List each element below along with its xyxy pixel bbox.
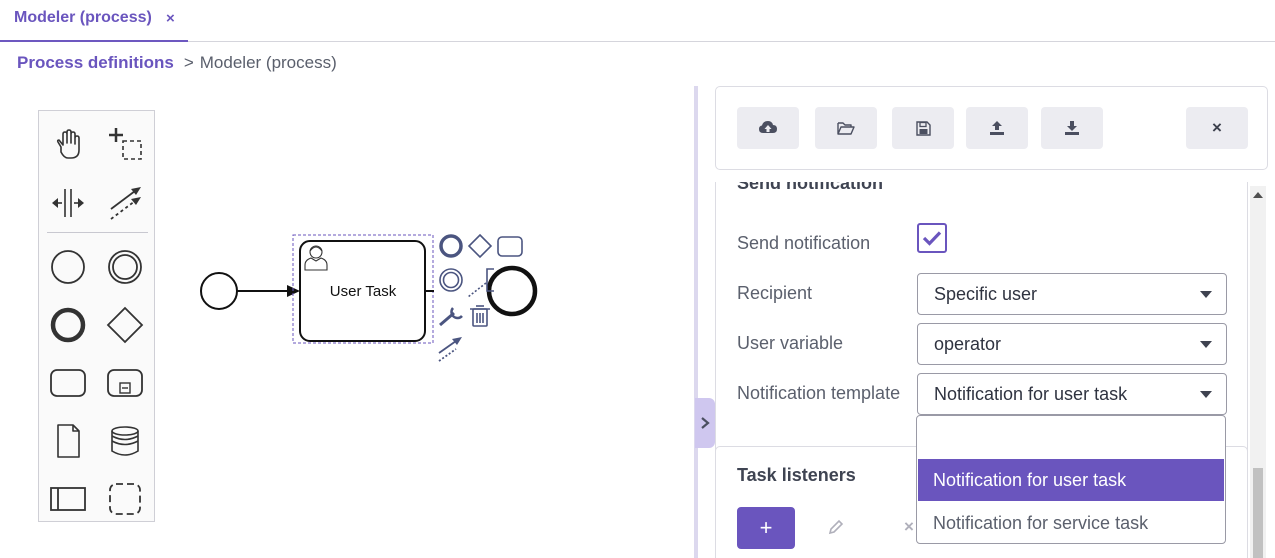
start-event[interactable] bbox=[200, 272, 238, 310]
modeler-toolbar: × bbox=[715, 86, 1268, 170]
scrollbar-thumb[interactable] bbox=[1253, 468, 1263, 558]
breadcrumb: Process definitions > Modeler (process) bbox=[17, 53, 337, 73]
recipient-value: Specific user bbox=[934, 284, 1038, 304]
change-type-wrench-icon[interactable] bbox=[439, 307, 463, 327]
breadcrumb-separator: > bbox=[183, 53, 194, 72]
palette-separator bbox=[47, 232, 148, 233]
notification-template-label: Notification template bbox=[737, 383, 901, 403]
send-notification-label: Send notification bbox=[737, 233, 871, 253]
recipient-label: Recipient bbox=[737, 283, 813, 303]
save-button[interactable] bbox=[892, 107, 954, 149]
add-listener-button[interactable]: + bbox=[737, 507, 795, 549]
delete-listener-icon[interactable]: × bbox=[904, 517, 914, 537]
intermediate-event-icon[interactable] bbox=[103, 245, 147, 289]
space-tool-icon[interactable] bbox=[46, 181, 90, 225]
breadcrumb-current: Modeler (process) bbox=[199, 53, 337, 72]
append-intermediate-event-icon[interactable] bbox=[439, 268, 463, 292]
section-title: Send notification bbox=[737, 182, 883, 193]
end-event[interactable] bbox=[486, 265, 538, 317]
dropdown-option-service-task[interactable]: Notification for service task bbox=[918, 502, 1224, 543]
user-variable-select[interactable]: operator bbox=[917, 323, 1227, 365]
append-gateway-icon[interactable] bbox=[467, 233, 493, 259]
tab-close-icon[interactable]: × bbox=[166, 10, 175, 27]
dropdown-option-label: Notification for user task bbox=[933, 470, 1127, 490]
close-icon[interactable]: × bbox=[1186, 107, 1248, 149]
download-button[interactable] bbox=[1041, 107, 1103, 149]
deploy-button[interactable] bbox=[737, 107, 799, 149]
lasso-tool-icon[interactable] bbox=[103, 123, 147, 167]
notification-template-dropdown: Notification for user task Notification … bbox=[916, 415, 1226, 544]
append-task-icon[interactable] bbox=[497, 236, 523, 257]
scroll-up-arrow-icon[interactable] bbox=[1253, 192, 1263, 198]
end-event-icon[interactable] bbox=[46, 303, 90, 347]
global-connect-tool-icon[interactable] bbox=[103, 181, 147, 225]
save-icon bbox=[915, 120, 931, 136]
user-task-label: User Task bbox=[330, 283, 397, 300]
connect-arrow-icon[interactable] bbox=[438, 337, 462, 362]
hand-tool-icon[interactable] bbox=[46, 123, 90, 167]
tab-bar: Modeler (process) × bbox=[0, 0, 1275, 42]
send-notification-checkbox[interactable] bbox=[917, 223, 947, 253]
dropdown-option-label: Notification for service task bbox=[933, 513, 1149, 533]
checkmark-icon bbox=[922, 231, 942, 246]
notification-template-value: Notification for user task bbox=[934, 384, 1128, 404]
task-listeners-title: Task listeners bbox=[737, 465, 856, 485]
recipient-select[interactable]: Specific user bbox=[917, 273, 1227, 315]
collapse-panel-handle[interactable] bbox=[695, 398, 715, 448]
upload-button[interactable] bbox=[966, 107, 1028, 149]
delete-trash-icon[interactable] bbox=[470, 305, 490, 327]
cloud-upload-icon bbox=[759, 121, 777, 133]
bpmn-palette bbox=[38, 110, 155, 522]
edit-pencil-icon[interactable] bbox=[828, 519, 844, 540]
task-icon[interactable] bbox=[46, 361, 90, 405]
tab-modeler-process[interactable]: Modeler (process) × bbox=[0, 0, 188, 42]
user-variable-label: User variable bbox=[737, 333, 844, 353]
subprocess-icon[interactable] bbox=[103, 361, 147, 405]
open-button[interactable] bbox=[815, 107, 877, 149]
data-object-icon[interactable] bbox=[46, 419, 90, 463]
panel-scrollbar[interactable] bbox=[1250, 186, 1266, 558]
participant-icon[interactable] bbox=[46, 477, 90, 521]
group-icon[interactable] bbox=[103, 477, 147, 521]
dropdown-option-empty[interactable] bbox=[918, 417, 1224, 459]
tab-label[interactable]: Modeler (process) bbox=[14, 9, 152, 27]
notification-template-select[interactable]: Notification for user task bbox=[917, 373, 1227, 415]
download-icon bbox=[1065, 121, 1079, 135]
folder-open-icon bbox=[837, 122, 855, 135]
breadcrumb-process-definitions-link[interactable]: Process definitions bbox=[17, 53, 174, 72]
upload-icon bbox=[990, 121, 1004, 135]
gateway-icon[interactable] bbox=[103, 303, 147, 347]
caret-down-icon bbox=[1200, 341, 1212, 348]
panel-splitter[interactable] bbox=[694, 86, 698, 558]
dropdown-option-user-task[interactable]: Notification for user task bbox=[918, 459, 1224, 501]
caret-down-icon bbox=[1200, 391, 1212, 398]
chevron-right-icon bbox=[701, 417, 710, 429]
bpmn-canvas[interactable]: User Task bbox=[190, 225, 550, 370]
user-variable-value: operator bbox=[934, 334, 1002, 354]
caret-down-icon bbox=[1200, 291, 1212, 298]
start-event-icon[interactable] bbox=[46, 245, 90, 289]
append-end-event-icon[interactable] bbox=[439, 234, 463, 258]
data-store-icon[interactable] bbox=[103, 419, 147, 463]
